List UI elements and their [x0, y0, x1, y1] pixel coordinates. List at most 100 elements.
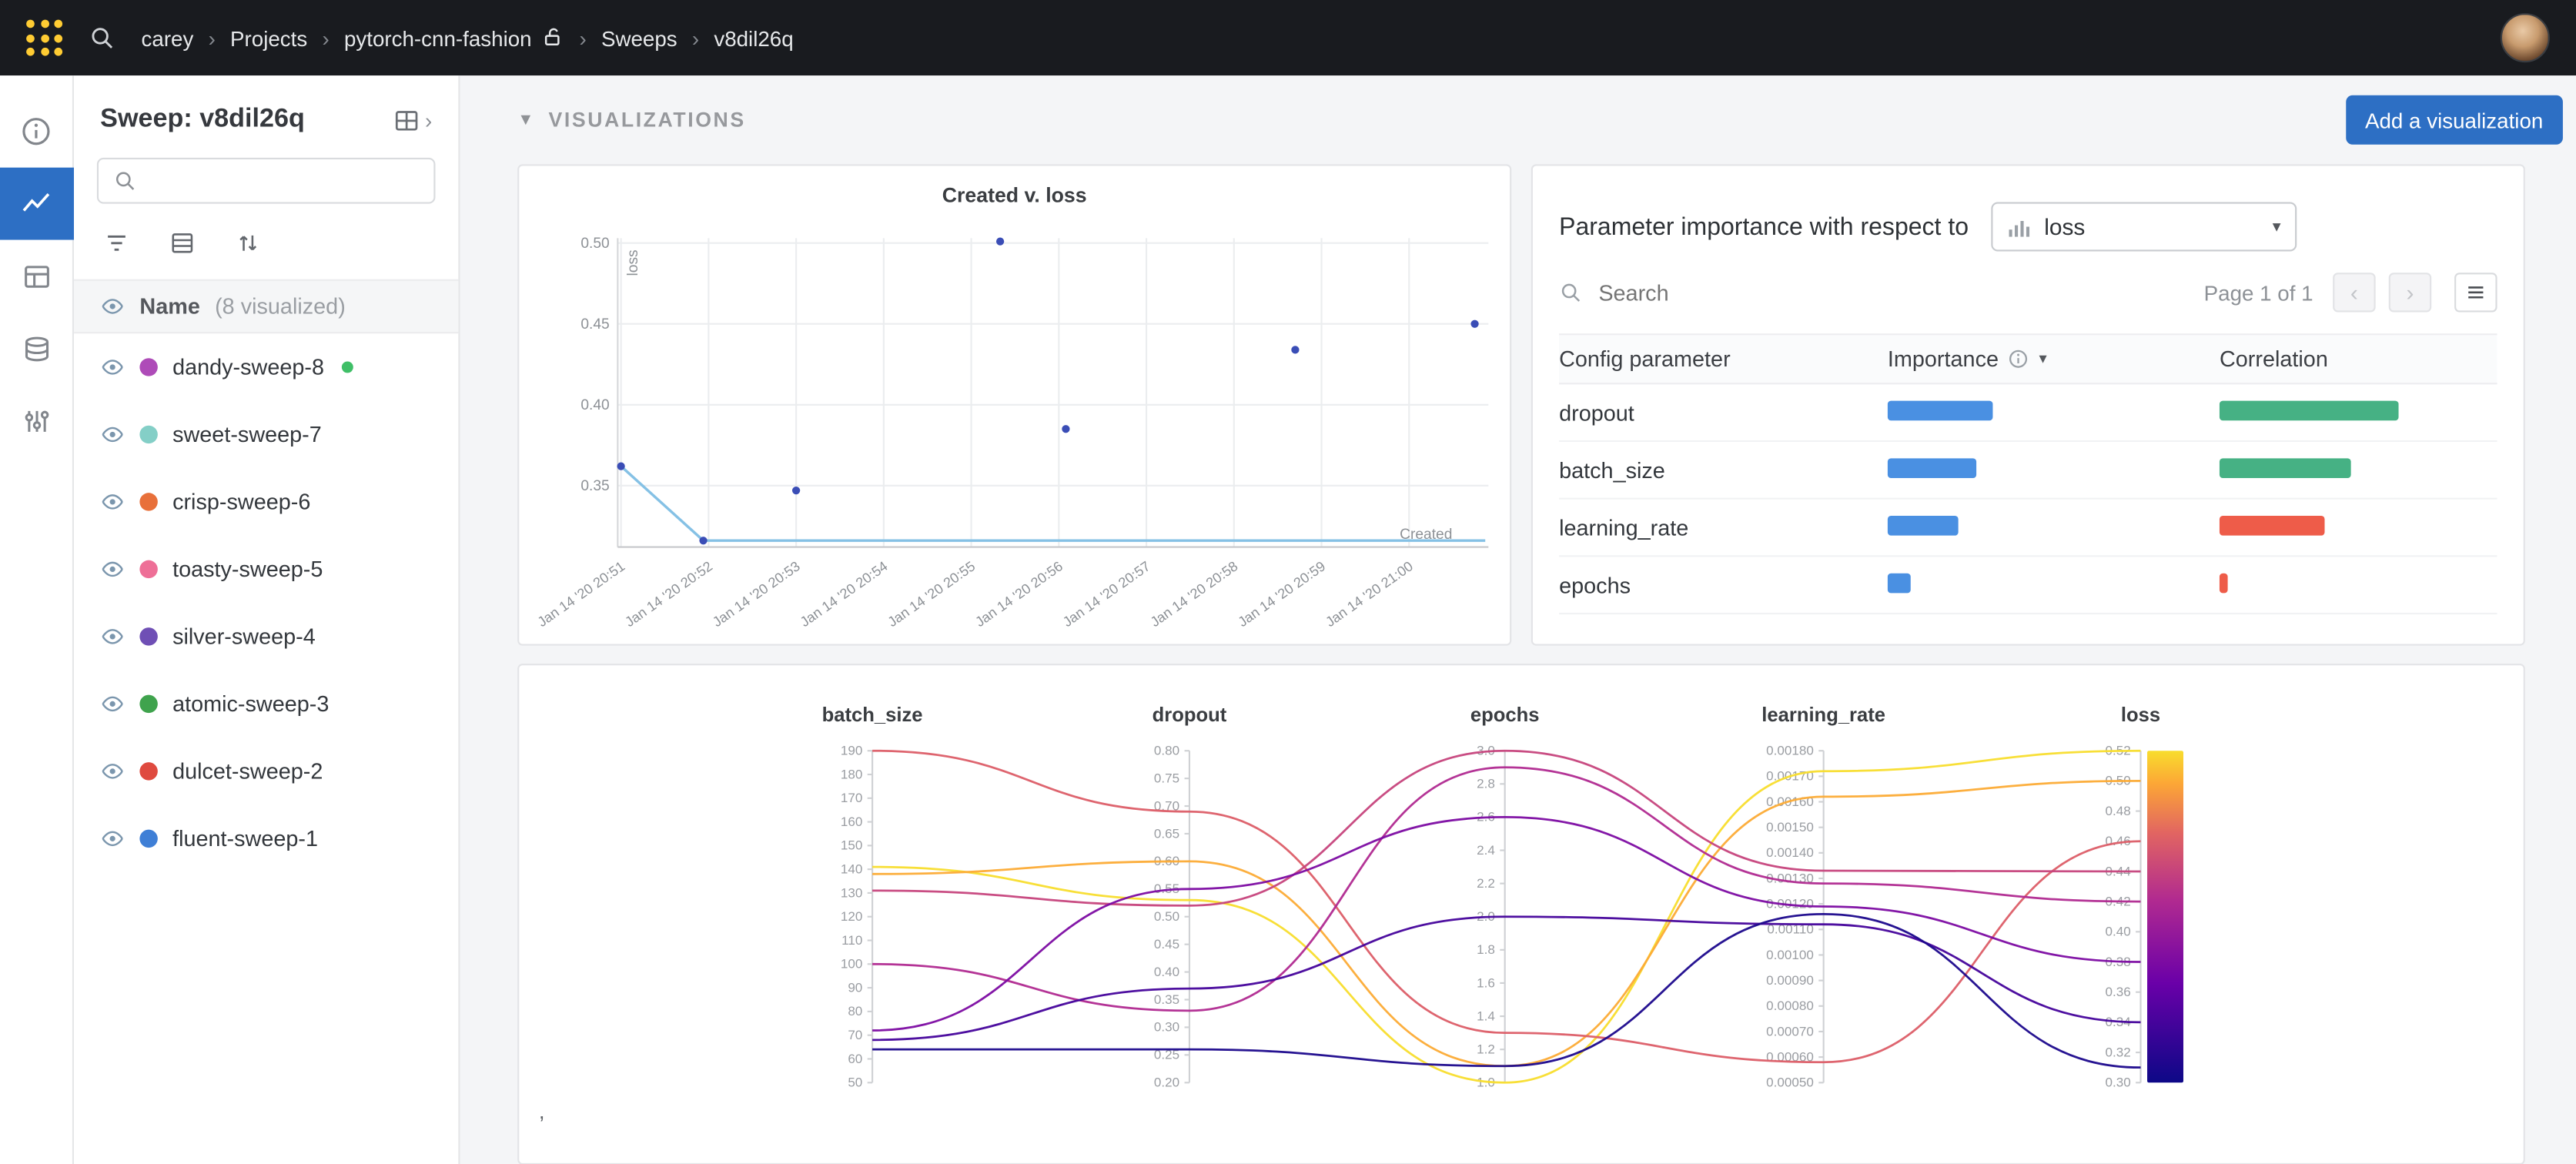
- run-name[interactable]: silver-sweep-4: [172, 624, 316, 649]
- next-page-button[interactable]: ›: [2389, 273, 2431, 312]
- run-color-dot: [139, 627, 157, 645]
- importance-row[interactable]: batch_size: [1559, 442, 2497, 500]
- search-icon[interactable]: [89, 25, 115, 51]
- add-visualization-button[interactable]: Add a visualization: [2345, 95, 2563, 145]
- name-column-label: Name: [139, 294, 199, 319]
- prev-page-button[interactable]: ‹: [2333, 273, 2375, 312]
- svg-text:90: 90: [848, 980, 862, 995]
- breadcrumb-separator-icon: ›: [209, 25, 216, 50]
- filter-icon[interactable]: [103, 230, 129, 256]
- run-name[interactable]: crisp-sweep-6: [172, 490, 310, 514]
- run-row[interactable]: fluent-sweep-1: [74, 805, 458, 872]
- sort-icon[interactable]: [235, 230, 261, 256]
- svg-text:0.35: 0.35: [1154, 992, 1179, 1007]
- run-row[interactable]: toasty-sweep-5: [74, 536, 458, 603]
- importance-row[interactable]: epochs: [1559, 557, 2497, 614]
- wandb-sweep-page: carey › Projects › pytorch-cnn-fashion ›…: [0, 0, 2576, 1164]
- svg-text:dropout: dropout: [1153, 704, 1227, 726]
- search-icon: [1559, 281, 1582, 304]
- svg-text:Jan 14 '20 21:00: Jan 14 '20 21:00: [1323, 558, 1416, 630]
- breadcrumb-projects[interactable]: Projects: [230, 25, 307, 50]
- group-icon[interactable]: [169, 230, 196, 256]
- visibility-eye-icon[interactable]: [100, 557, 125, 581]
- svg-text:50: 50: [848, 1075, 862, 1090]
- visibility-eye-icon[interactable]: [100, 294, 125, 319]
- config-parameter-name: dropout: [1559, 400, 1888, 425]
- list-view-button[interactable]: [2454, 273, 2497, 312]
- svg-text:Jan 14 '20 20:52: Jan 14 '20 20:52: [622, 558, 715, 630]
- panel-layout-icon[interactable]: [392, 106, 420, 134]
- svg-text:0.65: 0.65: [1154, 826, 1179, 841]
- svg-text:Jan 14 '20 20:55: Jan 14 '20 20:55: [885, 558, 978, 630]
- page-indicator: Page 1 of 1: [2204, 280, 2313, 305]
- importance-search-input[interactable]: [1595, 279, 2191, 306]
- column-importance[interactable]: Importance: [1888, 346, 1999, 371]
- run-name[interactable]: fluent-sweep-1: [172, 826, 318, 851]
- metric-dropdown[interactable]: loss ▾: [1992, 202, 2297, 251]
- column-correlation[interactable]: Correlation: [2220, 346, 2497, 371]
- info-icon[interactable]: [0, 95, 73, 168]
- visibility-eye-icon[interactable]: [100, 624, 125, 649]
- model-artifacts-icon[interactable]: [0, 312, 73, 384]
- run-list: dandy-sweep-8 sweet-sweep-7 crisp-sweep-6 t…: [74, 333, 458, 872]
- created-vs-loss-panel[interactable]: Created v. loss 0.350.400.450.50Jan 14 '…: [517, 164, 1511, 645]
- svg-text:Jan 14 '20 20:57: Jan 14 '20 20:57: [1060, 558, 1153, 630]
- visibility-eye-icon[interactable]: [100, 355, 125, 380]
- run-color-dot: [139, 426, 157, 443]
- breadcrumb-project-name[interactable]: pytorch-cnn-fashion: [344, 25, 532, 50]
- visibility-eye-icon[interactable]: [100, 826, 125, 851]
- svg-text:0.75: 0.75: [1154, 771, 1179, 785]
- config-parameter-name: learning_rate: [1559, 515, 1888, 540]
- run-name[interactable]: dandy-sweep-8: [172, 355, 324, 380]
- run-list-toolbar: [74, 217, 458, 279]
- metric-dropdown-value: loss: [2044, 213, 2085, 239]
- svg-text:0.45: 0.45: [580, 316, 609, 333]
- parallel-coordinates-panel[interactable]: batch_size190180170160150140130120110100…: [517, 664, 2525, 1164]
- run-name[interactable]: sweet-sweep-7: [172, 422, 322, 447]
- run-name[interactable]: toasty-sweep-5: [172, 557, 323, 581]
- run-name[interactable]: atomic-sweep-3: [172, 691, 329, 716]
- svg-text:loss: loss: [2121, 704, 2160, 726]
- svg-text:1.2: 1.2: [1477, 1042, 1495, 1056]
- svg-text:2.8: 2.8: [1477, 777, 1495, 791]
- column-config-parameter: Config parameter: [1559, 346, 1888, 371]
- visibility-eye-icon[interactable]: [100, 759, 125, 784]
- visibility-eye-icon[interactable]: [100, 490, 125, 514]
- topbar: carey › Projects › pytorch-cnn-fashion ›…: [0, 0, 2576, 75]
- run-name[interactable]: dulcet-sweep-2: [172, 759, 323, 784]
- table-tab-icon[interactable]: [0, 240, 73, 313]
- section-title: VISUALIZATIONS: [549, 109, 746, 132]
- correlation-bar: [2220, 400, 2399, 420]
- avatar[interactable]: [2501, 13, 2550, 62]
- run-search-box[interactable]: [97, 158, 436, 204]
- info-icon[interactable]: [2007, 348, 2029, 370]
- breadcrumb-user[interactable]: carey: [142, 25, 194, 50]
- running-indicator-icon: [343, 361, 354, 373]
- importance-row[interactable]: dropout: [1559, 384, 2497, 442]
- visibility-eye-icon[interactable]: [100, 691, 125, 716]
- sweep-controls-icon[interactable]: [0, 384, 73, 457]
- wandb-logo-icon[interactable]: [26, 20, 62, 56]
- collapse-caret-icon[interactable]: ▼: [517, 111, 534, 129]
- charts-tab-icon[interactable]: [0, 168, 73, 240]
- breadcrumb-sweep-id[interactable]: v8dil26q: [714, 25, 793, 50]
- run-row[interactable]: atomic-sweep-3: [74, 671, 458, 738]
- chevron-right-icon[interactable]: ›: [425, 108, 432, 132]
- run-row[interactable]: crisp-sweep-6: [74, 468, 458, 535]
- svg-text:140: 140: [841, 861, 862, 876]
- run-search-input[interactable]: [148, 167, 419, 195]
- run-color-dot: [139, 358, 157, 376]
- svg-text:80: 80: [848, 1004, 862, 1018]
- breadcrumb-sweeps[interactable]: Sweeps: [601, 25, 677, 50]
- run-row[interactable]: silver-sweep-4: [74, 603, 458, 670]
- visibility-eye-icon[interactable]: [100, 422, 125, 447]
- run-row[interactable]: sweet-sweep-7: [74, 401, 458, 468]
- chart-title: Created v. loss: [519, 184, 1510, 207]
- run-row[interactable]: dulcet-sweep-2: [74, 738, 458, 804]
- importance-row[interactable]: learning_rate: [1559, 500, 2497, 557]
- lock-open-icon: [541, 26, 564, 49]
- svg-text:learning_rate: learning_rate: [1761, 704, 1885, 726]
- run-row[interactable]: dandy-sweep-8: [74, 333, 458, 400]
- run-color-dot: [139, 493, 157, 510]
- sort-desc-icon[interactable]: ▼: [2036, 352, 2049, 366]
